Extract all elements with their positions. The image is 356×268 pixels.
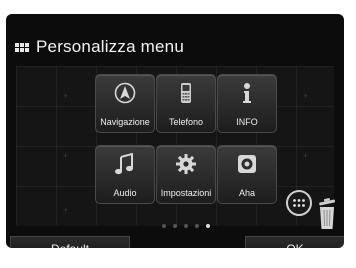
- more-options-button[interactable]: [286, 190, 312, 216]
- tile-label: Aha: [238, 188, 255, 198]
- tile-label: INFO: [236, 117, 258, 127]
- trash-icon[interactable]: [316, 198, 338, 230]
- page-dot[interactable]: [162, 224, 166, 228]
- title-bar: Personalizza menu: [6, 36, 344, 60]
- navigation-icon: [114, 82, 136, 104]
- tile-impostazioni[interactable]: Impostazioni: [156, 145, 216, 204]
- info-icon: [243, 83, 251, 103]
- music-note-icon: [115, 153, 133, 175]
- tile-label: Telefono: [168, 117, 204, 127]
- page-dot[interactable]: [184, 224, 188, 228]
- gear-icon: [176, 154, 196, 174]
- page-dot[interactable]: [195, 224, 199, 228]
- page-dot-active[interactable]: [206, 224, 210, 228]
- more-grid-icon: [293, 199, 305, 207]
- page-title: Personalizza menu: [36, 37, 184, 56]
- page-dot[interactable]: [173, 224, 177, 228]
- menu-screen: Personalizza menu + + + + + + + + + + Na…: [6, 14, 344, 248]
- page-indicator: [162, 224, 210, 228]
- tile-info[interactable]: INFO: [217, 74, 277, 133]
- tile-navigazione[interactable]: Navigazione: [95, 74, 155, 133]
- ok-button[interactable]: OK: [245, 236, 344, 248]
- menu-grid-icon: [15, 43, 29, 53]
- tile-label: Impostazioni: [160, 188, 212, 198]
- tile-aha[interactable]: Aha: [217, 145, 277, 204]
- phone-icon: [181, 83, 191, 103]
- aha-icon: [238, 155, 256, 173]
- default-button[interactable]: Default: [10, 236, 130, 248]
- tile-label: Navigazione: [100, 117, 150, 127]
- tile-telefono[interactable]: Telefono: [156, 74, 216, 133]
- tile-label: Audio: [113, 188, 137, 198]
- tile-audio[interactable]: Audio: [95, 145, 155, 204]
